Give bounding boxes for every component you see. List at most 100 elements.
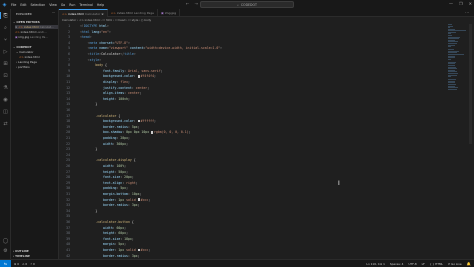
code-line: 2 <html lang="en"> [59,30,474,35]
code-token: 0px 0px 10px [126,130,152,135]
line-number: 5 [68,46,70,51]
more-actions-icon[interactable]: ··· [52,11,55,15]
code-line: 37 width: 60px; [59,226,474,231]
extensions-icon[interactable]: ⊞ [2,60,9,67]
remote-indicator-icon[interactable]: ⇆ [0,259,11,267]
menu-help[interactable]: Help [97,3,104,7]
timeline-header[interactable]: › TIMELINE [13,254,30,258]
code-line: 10 background-color: #f4f4f4; [59,74,474,79]
maximize-icon[interactable]: ❐ [459,1,463,6]
code-token: align-items [80,91,125,96]
code-token: 100vh [118,96,128,101]
status-item-right[interactable]: LF [422,262,425,266]
code-token: DOCTYPE [83,24,98,28]
menu-file[interactable]: File [11,3,16,7]
settings-icon[interactable]: ⚙ [2,247,9,254]
command-center[interactable]: ⌕ CODEDOT [200,1,294,8]
file-name: index.html [19,30,36,34]
code-token: padding [80,136,117,140]
code-token: ; [128,96,130,101]
menu-edit[interactable]: Edit [20,3,26,7]
tree-item[interactable]: <> index.html [19,55,40,59]
code-token: { [131,158,136,163]
code-token: 50px [118,169,127,174]
code-text: .calculator-display { [80,158,136,163]
notifications-bell-icon[interactable]: 🔔 [467,262,471,266]
status-item-right[interactable]: Ln 116, Col 1 [366,262,384,266]
code-token: border-radius [80,124,128,129]
editor-scrollbar[interactable] [469,24,472,144]
code-token: background-color [80,74,134,79]
status-item-left[interactable]: ⚡ 0 [30,262,35,266]
code-token: title [124,52,134,56]
line-number: 31 [66,192,70,196]
close-icon[interactable]: × [101,12,104,16]
project-label: CODEDOT [16,45,32,49]
open-editor-item[interactable]: × <> index.html Calculat... [15,25,58,29]
status-item-left[interactable]: ⊗ 0 [14,262,19,266]
code-token: center [135,85,148,90]
docker-icon[interactable]: ◫ [2,108,9,115]
minimap-line [448,88,457,90]
menu-view[interactable]: View [49,3,57,7]
account-icon[interactable]: ◯ [2,237,9,244]
source-control-icon[interactable]: ⑂ [2,36,9,43]
testing-icon[interactable]: ⚗ [2,84,9,91]
remote-explorer-icon[interactable]: ⊡ [2,72,9,79]
code-token: ; [135,180,138,185]
tree-item[interactable]: ⌄ Calculator [16,50,33,54]
code-line: 35 [59,214,474,219]
code-token: > [128,40,130,45]
image-file-icon: ▣ [160,11,164,15]
status-item-right[interactable]: Spaces: 4 [390,262,404,266]
code-token: 1px [118,197,127,202]
tab-img-jpg-2[interactable]: ▣ img.jpg [158,9,181,17]
tab-index-html-0[interactable]: <> index.html Calculator × [59,9,108,17]
code-text: background-color: #f4f4f4; [80,74,156,79]
copilot-icon[interactable]: ◉ [2,96,9,103]
search-icon[interactable]: ⌕ [2,24,9,31]
code-token: 10px [131,192,140,196]
editor-actions-icon[interactable]: ⋯ [465,10,471,15]
code-token: border-radius [80,253,128,258]
code-text: border-radius: 3px; [80,203,140,208]
menu-go[interactable]: Go [61,3,65,7]
outline-header[interactable]: › OUTLINE [13,249,29,253]
minimize-icon[interactable]: — [449,1,453,6]
tree-item[interactable]: › portfolio [16,65,30,69]
code-text: padding: 20px; [80,136,130,141]
nav-arrows[interactable]: ← → [186,1,200,6]
code-line: 26 width: 100%; [59,164,474,169]
code-token: > [99,57,102,62]
line-number: 7 [68,57,70,62]
files-icon[interactable]: ⎘ [0,12,9,19]
tab-index-html-1[interactable]: <> index.html Landing Page [108,9,158,17]
line-number: 10 [66,74,70,79]
code-text: height: 60px; [80,231,128,236]
status-item-right[interactable]: ⟳ Go Live [448,262,462,266]
live-share-icon[interactable]: ⇄ [2,120,9,127]
open-editors-header[interactable]: ⌄ OPEN EDITORS [13,20,40,24]
menu-run[interactable]: Run [69,3,75,7]
breadcrumb[interactable]: Calculator › <> index.html › ⎔ html › ⎔ … [62,18,151,23]
run-debug-icon[interactable]: ▷ [2,48,9,55]
project-header[interactable]: ⌄ CODEDOT [13,45,32,49]
minimap[interactable] [448,24,466,94]
status-item-right[interactable]: { } HTML [430,262,443,266]
status-item-left[interactable]: ⚠ 0 [22,262,27,266]
code-line: 11 display: flex; [59,80,474,85]
code-token: > [220,46,223,51]
code-token: { [103,63,107,68]
close-icon[interactable]: ✕ [469,1,472,6]
file-name: index.html [22,25,39,29]
file-hint: Landing Pa... [29,35,48,39]
open-editor-item[interactable]: <> index.html Landi... [15,30,58,34]
tree-item[interactable]: › Landing Page [16,60,37,64]
menu-selection[interactable]: Selection [31,3,46,7]
open-editor-item[interactable]: ▣ img.jpg Landing Pa... [15,35,58,39]
menu-terminal[interactable]: Terminal [79,3,92,7]
status-item-right[interactable]: UTF-8 [408,262,416,266]
code-token: ; [124,225,127,230]
code-line: 8 body { [59,63,474,68]
code-line: 6 <title>Calculator</title> [59,52,474,57]
